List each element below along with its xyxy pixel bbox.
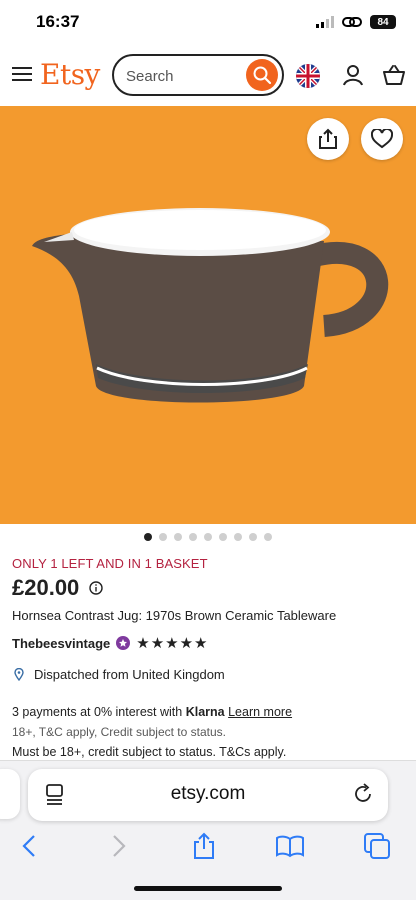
previous-tab-preview[interactable] <box>0 769 20 819</box>
jug-photo <box>32 208 389 403</box>
search-button[interactable] <box>246 59 278 91</box>
credit-note: Must be 18+, credit subject to status. T… <box>12 745 287 759</box>
klarna-prefix: 3 payments at 0% interest with <box>12 705 183 719</box>
battery-indicator: 84 <box>370 15 396 29</box>
favourite-button[interactable] <box>361 118 403 160</box>
site-header: Etsy <box>0 44 416 106</box>
search-icon <box>253 66 272 85</box>
status-icons: 84 <box>316 12 396 32</box>
share-button[interactable] <box>307 118 349 160</box>
browser-bottom-bar: etsy.com <box>0 760 416 900</box>
location-pin-icon <box>14 667 24 681</box>
menu-icon[interactable] <box>12 64 34 84</box>
browser-toolbar <box>0 825 416 869</box>
basket-icon[interactable] <box>382 64 406 86</box>
status-bar: 16:37 84 <box>0 0 416 44</box>
dispatch-row: Dispatched from United Kingdom <box>14 665 225 683</box>
heart-icon <box>371 129 393 149</box>
star-seller-badge-icon <box>116 636 131 650</box>
signal-icon <box>316 16 334 28</box>
klarna-offer: 3 payments at 0% interest with Klarna Le… <box>12 705 292 719</box>
tabs-button[interactable] <box>362 831 392 861</box>
search-input[interactable] <box>126 65 244 87</box>
back-icon <box>22 835 35 857</box>
address-bar[interactable]: etsy.com <box>28 769 388 821</box>
klarna-note: 18+, T&C apply, Credit subject to status… <box>12 725 226 739</box>
carousel-dot[interactable] <box>159 533 167 541</box>
share-icon <box>194 832 214 859</box>
learn-more-link[interactable]: Learn more <box>228 705 292 719</box>
carousel-dot[interactable] <box>249 533 257 541</box>
info-icon[interactable] <box>89 581 103 595</box>
region-selector[interactable] <box>296 64 320 88</box>
forward-icon <box>113 835 126 857</box>
status-time: 16:37 <box>36 12 80 31</box>
carousel-dot[interactable] <box>219 533 227 541</box>
bookmarks-icon <box>276 835 304 858</box>
carousel-dot[interactable] <box>174 533 182 541</box>
carousel-dot[interactable] <box>264 533 272 541</box>
home-indicator <box>134 886 282 891</box>
seller-row: Thebeesvintage ★★★★★ <box>12 634 209 652</box>
user-icon[interactable] <box>342 64 364 86</box>
share-page-button[interactable] <box>189 831 219 861</box>
dispatch-text: Dispatched from United Kingdom <box>34 666 225 682</box>
search-box[interactable] <box>112 54 284 96</box>
url-text[interactable]: etsy.com <box>28 783 388 805</box>
product-title: Hornsea Contrast Jug: 1970s Brown Cerami… <box>12 608 337 623</box>
carousel-dot[interactable] <box>189 533 197 541</box>
carousel-dot[interactable] <box>204 533 212 541</box>
price-row: £20.00 <box>12 574 103 602</box>
price: £20.00 <box>12 575 80 600</box>
carousel-dot[interactable] <box>234 533 242 541</box>
etsy-logo[interactable]: Etsy <box>40 58 100 91</box>
carousel-dot[interactable] <box>144 533 152 541</box>
share-icon <box>319 128 337 149</box>
klarna-brand: Klarna <box>185 705 225 719</box>
seller-name-link[interactable]: Thebeesvintage <box>12 636 110 651</box>
stock-message: ONLY 1 LEFT AND IN 1 BASKET <box>12 556 208 571</box>
forward-button[interactable] <box>104 831 134 861</box>
product-image[interactable] <box>0 106 416 524</box>
link-icon <box>342 17 362 27</box>
tabs-icon <box>364 833 390 859</box>
back-button[interactable] <box>14 831 44 861</box>
bookmarks-button[interactable] <box>275 831 305 861</box>
uk-flag-icon <box>296 64 320 88</box>
reload-icon[interactable] <box>352 783 374 805</box>
carousel-dots[interactable] <box>0 533 416 543</box>
rating-stars[interactable]: ★★★★★ <box>136 634 208 652</box>
